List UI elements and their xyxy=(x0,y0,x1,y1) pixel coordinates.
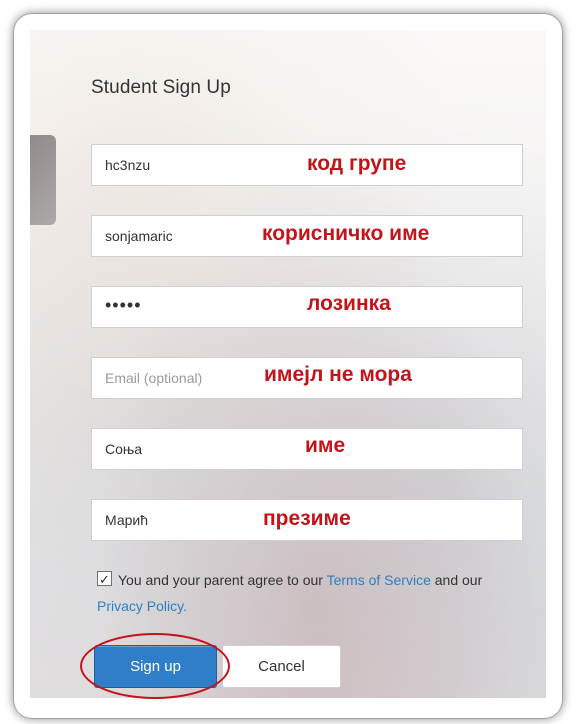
agree-text-before: You and your parent agree to our xyxy=(118,572,323,588)
sign-up-button[interactable]: Sign up xyxy=(94,645,217,688)
group-code-annotation: код групе xyxy=(307,152,407,175)
first-name-value: Соња xyxy=(105,441,143,457)
terms-link[interactable]: Terms of Service xyxy=(327,572,431,588)
username-value: sonjamaric xyxy=(105,228,173,244)
cancel-label: Cancel xyxy=(258,658,305,675)
password-value: ••••• xyxy=(105,295,142,315)
last-name-value: Марић xyxy=(105,512,148,528)
last-name-annotation: презиме xyxy=(263,507,351,530)
privacy-policy-link[interactable]: Privacy Policy. xyxy=(97,598,187,614)
agree-text-middle: and our xyxy=(434,572,483,588)
sign-up-label: Sign up xyxy=(130,658,181,675)
cancel-button[interactable]: Cancel xyxy=(222,645,341,688)
page-title: Student Sign Up xyxy=(91,77,231,98)
agree-checkbox[interactable] xyxy=(97,567,112,593)
password-annotation: лозинка xyxy=(307,292,391,315)
email-placeholder: Email (optional) xyxy=(105,370,203,386)
email-annotation: имејл не мора xyxy=(264,363,412,386)
group-code-value: hc3nzu xyxy=(105,157,151,173)
terms-agreement: You and your parent agree to our Terms o… xyxy=(97,567,527,619)
first-name-annotation: име xyxy=(305,434,346,457)
username-annotation: корисничко име xyxy=(262,222,430,245)
background-photo-object xyxy=(30,135,56,225)
